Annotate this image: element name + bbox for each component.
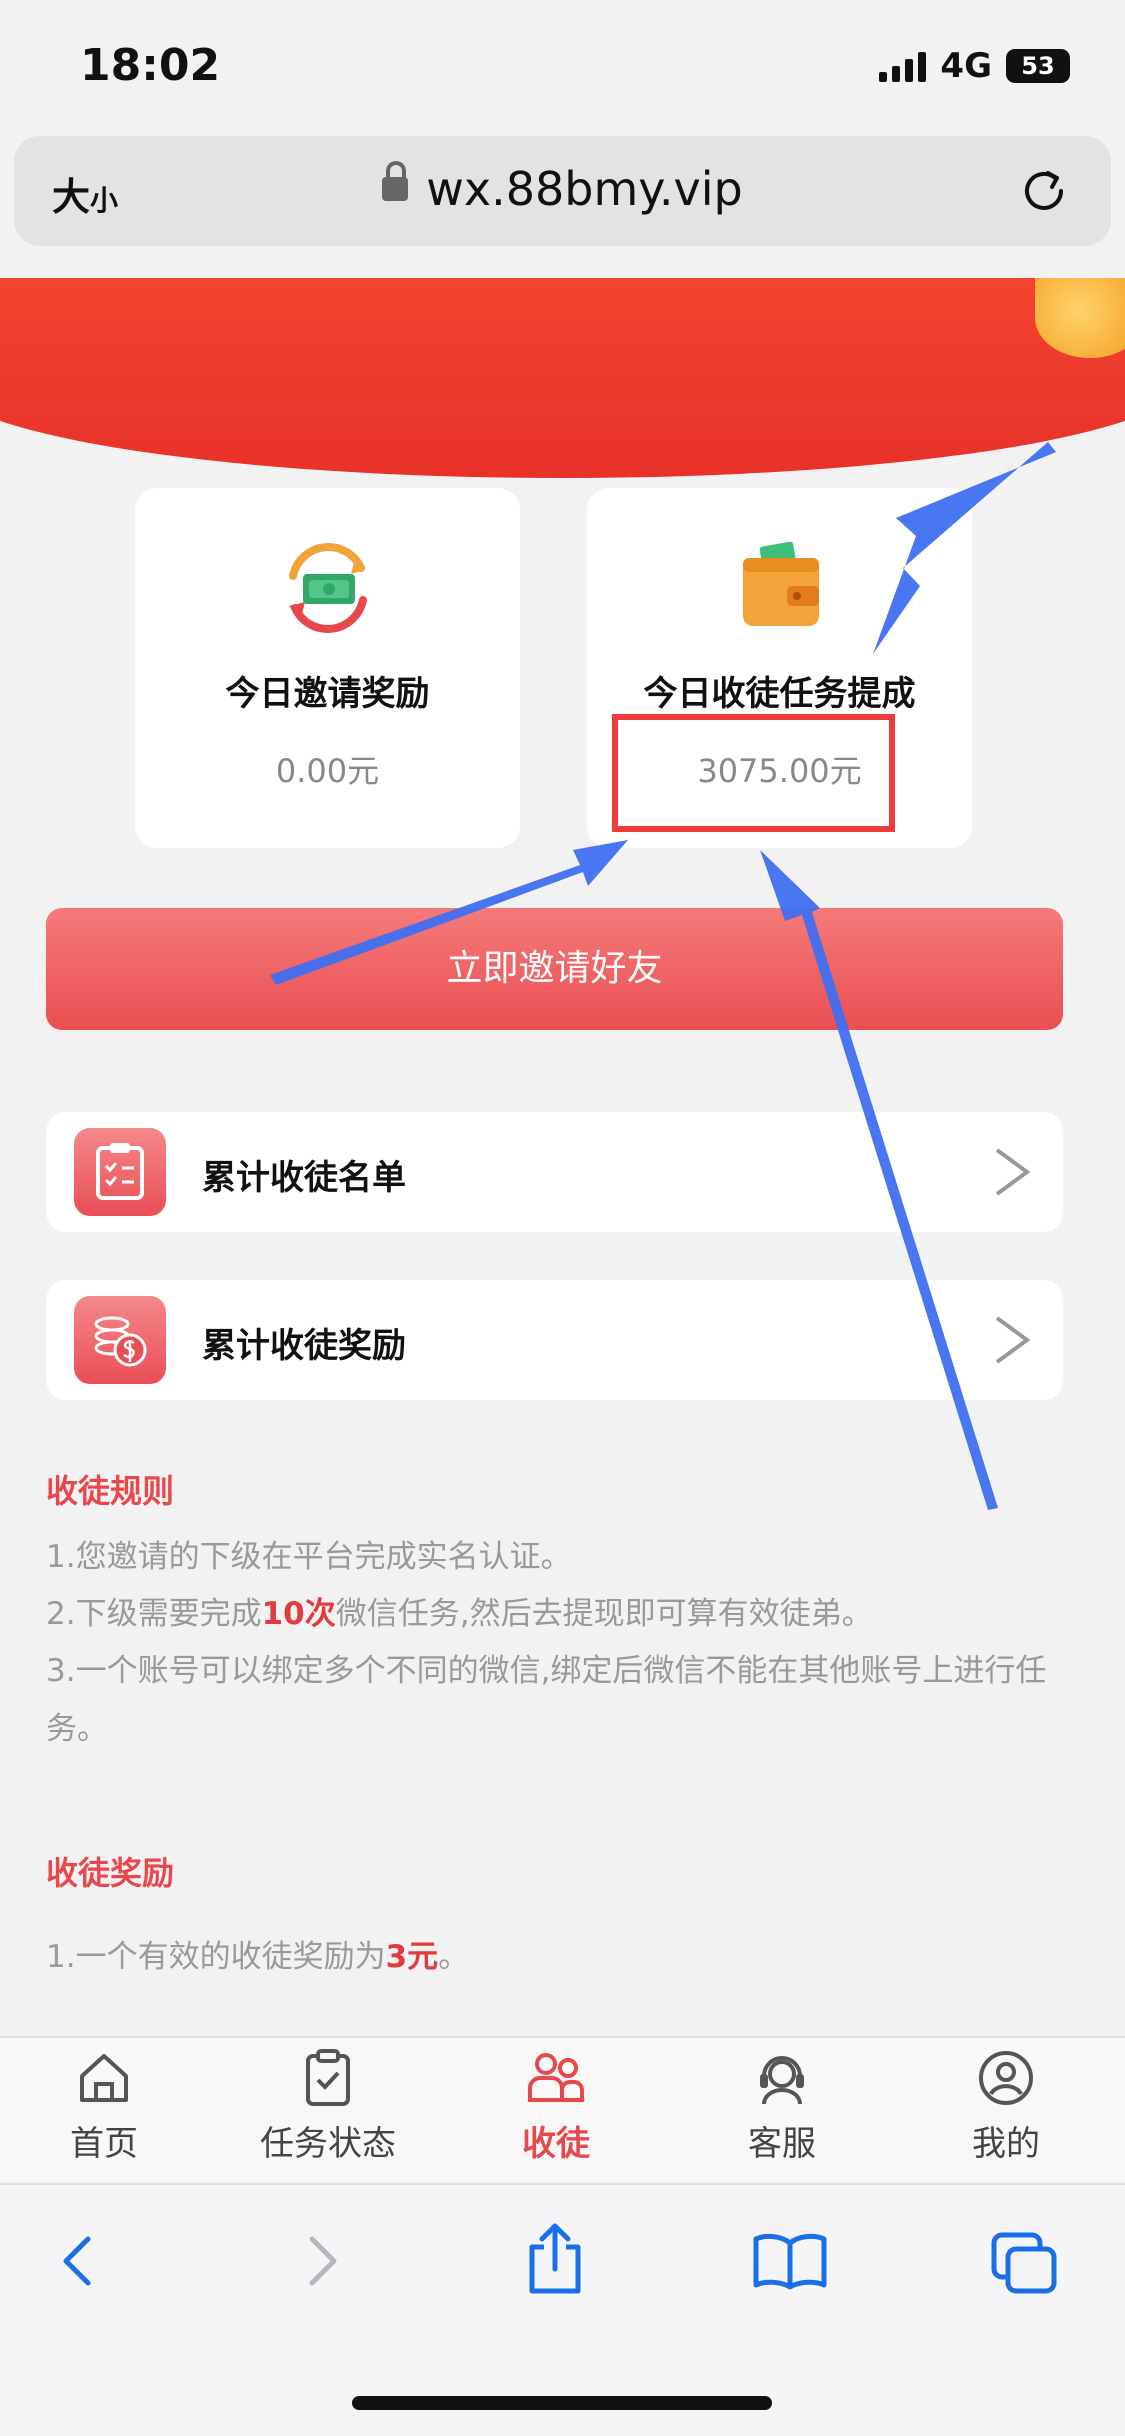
tab-task-status[interactable]: 任务状态 [248, 2048, 408, 2178]
list-item-apprentice-roster[interactable]: 累计收徒名单 [46, 1112, 1063, 1232]
chevron-right-icon [995, 1148, 1031, 1196]
card-title: 今日收徒任务提成 [643, 674, 916, 714]
tab-customer-service[interactable]: 客服 [702, 2048, 862, 2178]
chevron-right-icon [995, 1316, 1031, 1364]
clipboard-icon [74, 1128, 166, 1216]
card-title: 今日邀请奖励 [225, 674, 430, 714]
tab-label: 收徒 [522, 2124, 590, 2164]
list-item-apprentice-rewards[interactable]: 累计收徒奖励 [46, 1280, 1063, 1400]
lock-icon [382, 160, 409, 201]
status-time: 18:02 [80, 40, 221, 91]
tab-label: 客服 [748, 2124, 816, 2164]
annotation-highlight-box [612, 714, 895, 832]
bookmarks-icon[interactable] [752, 2231, 828, 2291]
tab-label: 我的 [972, 2124, 1040, 2164]
page-content: 今日邀请奖励 0.00元 今日收徒任务提成 3075.00元 立即邀请好友 累计… [0, 278, 1125, 2038]
url-text: wx.88bmy.vip [426, 162, 743, 216]
status-bar: 18:02 4G 53 [0, 0, 1125, 130]
list-item-label: 累计收徒奖励 [202, 1326, 406, 1366]
clipboard-check-icon [306, 2049, 350, 2106]
address-bar[interactable]: 大小 wx.88bmy.vip [14, 136, 1111, 246]
battery-icon: 53 [1006, 49, 1070, 83]
tab-label: 任务状态 [260, 2124, 396, 2164]
tab-apprentice[interactable]: 收徒 [476, 2048, 636, 2178]
reward-line-1: 1.一个有效的收徒奖励为3元。 [46, 1928, 1086, 1986]
users-icon [528, 2053, 584, 2102]
rule-line-1: 1.您邀请的下级在平台完成实名认证。 [46, 1539, 572, 1575]
home-indicator [352, 2396, 772, 2410]
rules-title: 收徒规则 [46, 1472, 175, 1510]
rule-line-2: 2.下级需要完成10次微信任务,然后去提现即可算有效徒弟。 [46, 1585, 1086, 1643]
home-icon [80, 2054, 128, 2102]
back-icon[interactable] [50, 2231, 110, 2291]
card-value: 0.00元 [275, 752, 380, 790]
rule-highlight: 10次 [261, 1596, 336, 1632]
wallet-icon [743, 541, 819, 626]
status-indicators: 4G 53 [879, 46, 1070, 86]
rule-text: 2.下级需要完成 [46, 1596, 262, 1632]
today-invite-reward-card: 今日邀请奖励 0.00元 [135, 488, 520, 848]
headset-icon [760, 2056, 804, 2105]
share-icon[interactable] [520, 2221, 590, 2297]
network-type: 4G [940, 46, 992, 86]
tabs-icon[interactable] [990, 2231, 1060, 2295]
rule-line-3: 3.一个账号可以绑定多个不同的微信,绑定后微信不能在其他账号上进行任务。 [46, 1653, 1047, 1747]
tab-label: 首页 [70, 2124, 138, 2164]
list-item-label: 累计收徒名单 [202, 1158, 406, 1198]
rule-text: 微信任务,然后去提现即可算有效徒弟。 [335, 1596, 873, 1632]
url-field[interactable]: wx.88bmy.vip [14, 160, 1111, 216]
tab-mine[interactable]: 我的 [926, 2048, 1086, 2178]
reward-text: 1.一个有效的收徒奖励为 [46, 1939, 386, 1975]
reload-icon[interactable] [1017, 164, 1071, 218]
tab-home[interactable]: 首页 [24, 2048, 184, 2178]
forward-icon[interactable] [290, 2231, 350, 2291]
user-circle-icon [979, 2051, 1033, 2105]
reward-text: 。 [438, 1939, 470, 1975]
invite-friends-button[interactable]: 立即邀请好友 [46, 908, 1063, 1030]
bottom-tab-bar: 首页 任务状态 收徒 客服 我的 [0, 2036, 1125, 2181]
signal-icon [879, 50, 927, 82]
coins-icon [74, 1296, 166, 1384]
money-exchange-icon [289, 543, 367, 633]
reward-highlight: 3元 [385, 1939, 439, 1975]
header-banner [0, 278, 1125, 478]
rewards-title: 收徒奖励 [46, 1854, 175, 1892]
